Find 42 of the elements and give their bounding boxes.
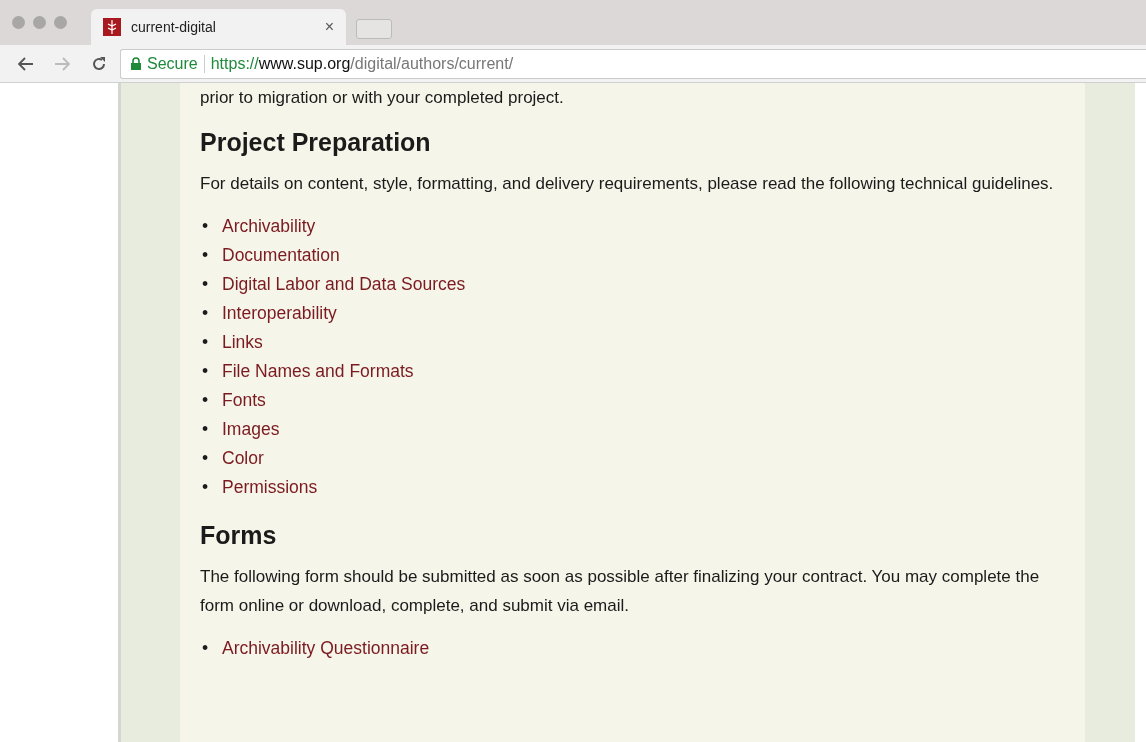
- guideline-link[interactable]: Links: [222, 328, 263, 357]
- guideline-link[interactable]: Digital Labor and Data Sources: [222, 270, 466, 299]
- section-heading: Forms: [200, 520, 278, 550]
- bullet: •: [200, 637, 210, 660]
- secure-label: Secure: [147, 53, 198, 74]
- guideline-link[interactable]: Archivability Questionnaire: [222, 634, 430, 663]
- browser-tab[interactable]: current-digital ×: [91, 9, 346, 45]
- bullet: •: [200, 331, 210, 354]
- bullet: •: [200, 389, 210, 412]
- reload-icon[interactable]: [90, 54, 108, 73]
- paragraph: For details on content, style, formatting, and delivery requirements, please read the following technical guidelines.: [200, 173, 1055, 195]
- guideline-link[interactable]: Permissions: [222, 473, 318, 502]
- bullet: •: [200, 360, 210, 383]
- close-tab-button[interactable]: ×: [324, 15, 334, 39]
- guideline-link[interactable]: Archivability: [222, 212, 316, 241]
- bullet: •: [200, 302, 210, 325]
- guideline-link[interactable]: Color: [222, 444, 264, 473]
- url-text: https://www.sup.org/digital/authors/current/: [210, 53, 514, 74]
- paragraph: prior to migration or with your completed project.: [200, 87, 565, 109]
- paragraph: The following form should be submitted as soon as possible after finalizing your contract. You may complete the form online or download, complete, and submit via email.: [200, 566, 1041, 617]
- bullet: •: [200, 244, 210, 267]
- guideline-link[interactable]: File Names and Formats: [222, 357, 414, 386]
- section-heading: Project Preparation: [200, 127, 432, 157]
- bullet: •: [200, 476, 210, 499]
- tree-logo-icon: [103, 18, 121, 36]
- back-icon[interactable]: [18, 56, 34, 71]
- window-control[interactable]: [33, 16, 46, 29]
- bullet: •: [200, 447, 210, 470]
- window-control[interactable]: [12, 16, 25, 29]
- forward-icon[interactable]: [54, 56, 70, 71]
- guideline-link[interactable]: Fonts: [222, 386, 266, 415]
- guideline-link[interactable]: Images: [222, 415, 280, 444]
- window-control[interactable]: [54, 16, 67, 29]
- tab-title: current-digital: [131, 17, 216, 37]
- new-tab-button[interactable]: [356, 19, 392, 39]
- guideline-link[interactable]: Interoperability: [222, 299, 337, 328]
- guideline-link[interactable]: Documentation: [222, 241, 340, 270]
- bullet: •: [200, 273, 210, 296]
- lock-icon: [131, 57, 141, 70]
- bullet: •: [200, 215, 210, 238]
- address-bar[interactable]: Secure https://www.sup.org/digital/authors/current/: [120, 48, 1146, 79]
- bullet: •: [200, 418, 210, 441]
